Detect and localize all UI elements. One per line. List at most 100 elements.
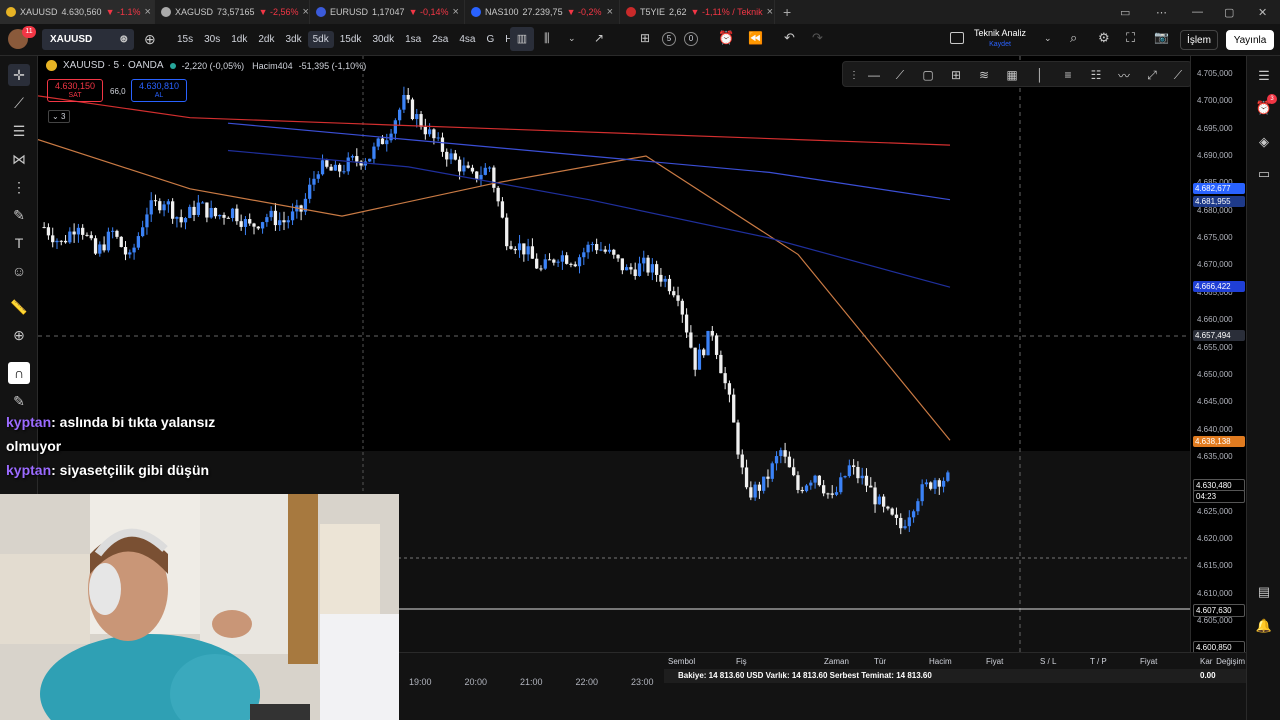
layout-toggle-icon[interactable]	[950, 32, 964, 44]
tab-xagusd[interactable]: XAGUSD 73,57165 ▼ -2,56% ×	[155, 0, 310, 24]
lock-icon[interactable]: ✎	[8, 390, 30, 412]
order-column-header[interactable]: Sembol	[668, 657, 695, 666]
interval-15s[interactable]: 15s	[172, 31, 198, 48]
chevron-down-icon[interactable]: ⌄	[1044, 33, 1052, 44]
interval-4sa[interactable]: 4sa	[454, 31, 480, 48]
close-tab-icon[interactable]: ×	[607, 6, 613, 18]
magnet-icon[interactable]: ∩	[8, 362, 30, 384]
brush-icon[interactable]: ✎	[8, 204, 30, 226]
order-column-header[interactable]: Zaman	[824, 657, 849, 666]
interval-1dk[interactable]: 1dk	[226, 31, 252, 48]
vertical-line-icon[interactable]: │	[1031, 66, 1049, 84]
interval-1sa[interactable]: 1sa	[400, 31, 426, 48]
close-tab-icon[interactable]: ×	[453, 6, 459, 18]
interval-G[interactable]: G	[482, 31, 500, 48]
new-tab-button[interactable]: +	[775, 4, 799, 20]
close-tab-icon[interactable]: ×	[303, 6, 309, 18]
tab-nas100[interactable]: NAS100 27.239,75 ▼ -0,2% ×	[465, 0, 620, 24]
calendar-icon[interactable]: ▤	[1254, 582, 1274, 602]
counter-b[interactable]: 0	[684, 32, 698, 46]
buy-button[interactable]: 4.630,810 AL	[131, 79, 187, 102]
notification-icon[interactable]: 🔔	[1254, 616, 1274, 636]
undo-icon[interactable]: ↶	[784, 30, 795, 46]
candle-body	[449, 153, 453, 160]
close-tab-icon[interactable]: ×	[144, 6, 150, 18]
layout-icon[interactable]: ▭	[1120, 0, 1130, 24]
wave-icon[interactable]: 〰	[1115, 66, 1133, 84]
close-tab-icon[interactable]: ×	[767, 6, 773, 18]
chevron-down-icon[interactable]: ⌄	[568, 33, 576, 44]
indicators-collapse[interactable]: ⌄ 3	[48, 110, 70, 123]
fullscreen-icon[interactable]: ⛶	[1126, 30, 1135, 46]
order-column-header[interactable]: Kar	[1200, 657, 1212, 666]
minimize-button[interactable]: —	[1192, 0, 1203, 24]
replay-icon[interactable]: ⏪	[748, 31, 763, 45]
emoji-icon[interactable]: ☺	[8, 260, 30, 282]
crosshair-box-icon[interactable]: ⊞	[947, 66, 965, 84]
text-icon[interactable]: T	[8, 232, 30, 254]
time-axis[interactable]: 19:00 20:00 21:00 22:00 23:00	[399, 652, 664, 720]
order-column-header[interactable]: Tür	[874, 657, 886, 666]
interval-2dk[interactable]: 2dk	[253, 31, 279, 48]
ray-icon[interactable]: ⤢	[1143, 66, 1161, 84]
fib-retracement-icon[interactable]: ≡	[1059, 66, 1077, 84]
order-column-header[interactable]: Fiyat	[1140, 657, 1157, 666]
templates-icon[interactable]: ⊞	[640, 31, 650, 45]
candle-type-icon[interactable]: ▥	[510, 27, 534, 51]
interval-2sa[interactable]: 2sa	[427, 31, 453, 48]
interval-30s[interactable]: 30s	[199, 31, 225, 48]
legend-title[interactable]: XAUUSD · 5 · OANDA	[63, 60, 164, 71]
sell-button[interactable]: 4.630,150 SAT	[47, 79, 103, 102]
tab-eurusd[interactable]: EURUSD 1,17047 ▼ -0,14% ×	[310, 0, 465, 24]
tab-xauusd[interactable]: XAUUSD 4.630,560 ▼ -1.1% ×	[0, 0, 155, 24]
channel-icon[interactable]: ≋	[975, 66, 993, 84]
drag-handle-icon[interactable]: ⋮	[845, 66, 863, 84]
order-column-header[interactable]: S / L	[1040, 657, 1056, 666]
grid-icon[interactable]: ▦	[1003, 66, 1021, 84]
settings-icon[interactable]: ⊛	[120, 34, 128, 45]
tab-t5yie[interactable]: T5YIE 2,62 ▼ -1,11% / Teknik ×	[620, 0, 775, 24]
yayinla-button[interactable]: Yayınla	[1226, 30, 1274, 50]
bar-type-icon[interactable]: ⫼	[544, 31, 550, 46]
symbol-search[interactable]: XAUUSD ⊛	[42, 29, 134, 50]
indicators-icon[interactable]: ↗	[594, 31, 604, 45]
search-icon[interactable]: ⌕	[1070, 30, 1077, 46]
interval-30dk[interactable]: 30dk	[367, 31, 399, 48]
camera-icon[interactable]: 📷	[1154, 30, 1169, 44]
more-icon[interactable]: ⋯	[1156, 0, 1167, 24]
alert-icon[interactable]: ⏰	[718, 30, 734, 46]
price-axis[interactable]: 4.705,000 4.700,000 4.695,000 4.690,000 4.68…	[1190, 56, 1246, 654]
forecast-icon[interactable]: ⋮	[8, 176, 30, 198]
symbol-icon	[6, 7, 16, 17]
close-window-button[interactable]: ✕	[1258, 0, 1267, 24]
zoom-icon[interactable]: ⊕	[8, 324, 30, 346]
watchlist-icon[interactable]: ☰	[1254, 66, 1274, 86]
islem-button[interactable]: İşlem	[1180, 30, 1218, 50]
add-symbol-icon[interactable]: ⊕	[144, 31, 156, 48]
order-column-header[interactable]: Hacim	[929, 657, 952, 666]
analysis-menu[interactable]: Teknik Analiz Kaydet	[974, 28, 1026, 50]
fib-extension-icon[interactable]: ☷	[1087, 66, 1105, 84]
interval-3dk[interactable]: 3dk	[281, 31, 307, 48]
counter-a[interactable]: 5	[662, 32, 676, 46]
trend-line-icon[interactable]: ⟋	[891, 66, 909, 84]
trend-line-icon[interactable]: ⟋	[8, 92, 30, 114]
interval-5dk[interactable]: 5dk	[307, 31, 334, 48]
order-column-header[interactable]: Fiyat	[986, 657, 1003, 666]
order-column-header[interactable]: Fiş	[736, 657, 747, 666]
fib-icon[interactable]: ☰	[8, 120, 30, 142]
order-column-header[interactable]: T / P	[1090, 657, 1107, 666]
horizontal-line-icon[interactable]: —	[865, 66, 883, 84]
crosshair-icon[interactable]: ✛	[8, 64, 30, 86]
layers-icon[interactable]: ◈	[1254, 132, 1274, 152]
redo-icon[interactable]: ↷	[812, 30, 823, 46]
gear-icon[interactable]: ⚙	[1098, 30, 1110, 46]
ruler-icon[interactable]: 📏	[8, 296, 30, 318]
interval-15dk[interactable]: 15dk	[335, 31, 367, 48]
maximize-button[interactable]: ▢	[1224, 0, 1234, 24]
chat-icon[interactable]: ▭	[1254, 164, 1274, 184]
order-column-header[interactable]: Değişim	[1216, 657, 1245, 666]
rectangle-icon[interactable]: ▢	[919, 66, 937, 84]
path-icon[interactable]: ⟋	[1169, 66, 1187, 84]
pattern-icon[interactable]: ⋈	[8, 148, 30, 170]
